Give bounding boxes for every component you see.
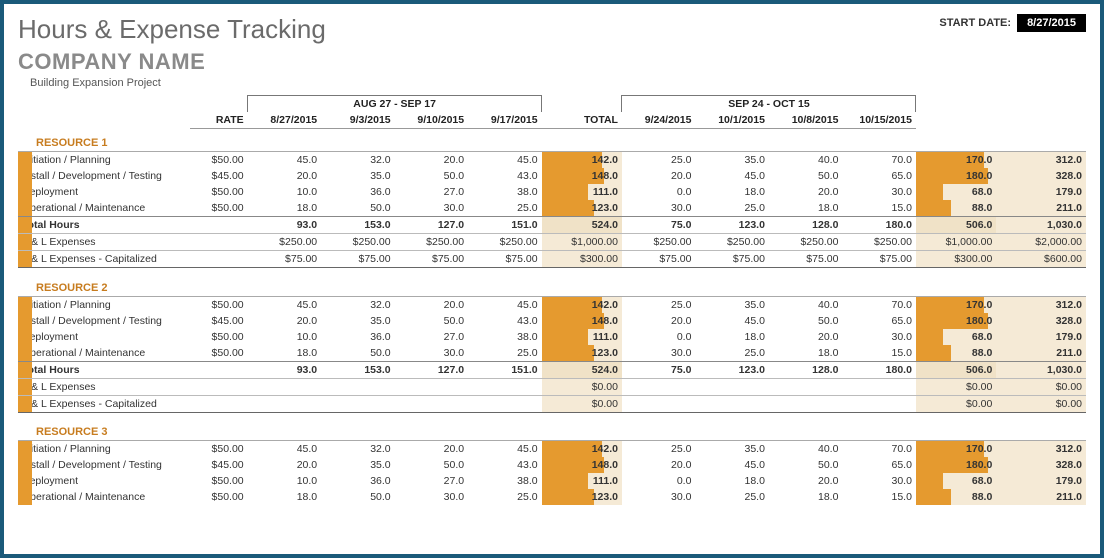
total-bar-cell: 142.0 — [542, 152, 622, 169]
total-bar-cell: 123.0 — [542, 489, 622, 505]
total-bar-cell: 68.0 — [916, 473, 996, 489]
total-hours-row: Total Hours93.0153.0127.0151.0524.075.01… — [18, 217, 1086, 234]
col-total1: TOTAL — [542, 112, 622, 129]
tracking-table: AUG 27 - SEP 17 SEP 24 - OCT 15 RATE 8/2… — [18, 95, 1086, 505]
table-row: Operational / Maintenance$50.0018.050.03… — [18, 345, 1086, 362]
total-bar-cell: 88.0 — [916, 489, 996, 505]
table-row: Deployment$50.0010.036.027.038.0111.00.0… — [18, 329, 1086, 345]
table-row: Initiation / Planning$50.0045.032.020.04… — [18, 152, 1086, 169]
total-bar-cell: 88.0 — [916, 345, 996, 362]
start-date: START DATE: 8/27/2015 — [939, 14, 1086, 32]
table-row: Operational / Maintenance$50.0018.050.03… — [18, 200, 1086, 217]
company-name: COMPANY NAME — [18, 49, 1086, 75]
tl-expenses-cap-row: T & L Expenses - Capitalized$75.00$75.00… — [18, 251, 1086, 268]
table-row: Install / Development / Testing$45.0020.… — [18, 457, 1086, 473]
table-row: Install / Development / Testing$45.0020.… — [18, 168, 1086, 184]
period2-label: SEP 24 - OCT 15 — [622, 96, 916, 113]
total-bar-cell: 123.0 — [542, 345, 622, 362]
resource-header: RESOURCE 1 — [18, 129, 1086, 152]
total-bar-cell: 148.0 — [542, 313, 622, 329]
total-bar-cell: 170.0 — [916, 296, 996, 313]
tl-expenses-row: T & L Expenses$250.00$250.00$250.00$250.… — [18, 234, 1086, 251]
table-row: Initiation / Planning$50.0045.032.020.04… — [18, 296, 1086, 313]
total-bar-cell: 68.0 — [916, 329, 996, 345]
col-p1-3: 9/17/2015 — [468, 112, 541, 129]
table-row: Deployment$50.0010.036.027.038.0111.00.0… — [18, 473, 1086, 489]
tl-expenses-row: T & L Expenses$0.00$0.00$0.00 — [18, 378, 1086, 395]
total-bar-cell: 148.0 — [542, 457, 622, 473]
page-title: Hours & Expense Tracking — [18, 14, 326, 45]
period1-label: AUG 27 - SEP 17 — [248, 96, 542, 113]
total-bar-cell: 148.0 — [542, 168, 622, 184]
col-p1-0: 8/27/2015 — [248, 112, 321, 129]
col-p2-2: 10/8/2015 — [769, 112, 842, 129]
total-bar-cell: 111.0 — [542, 184, 622, 200]
start-date-label: START DATE: — [939, 17, 1011, 29]
total-bar-cell: 142.0 — [542, 441, 622, 458]
table-row: Install / Development / Testing$45.0020.… — [18, 313, 1086, 329]
total-bar-cell: 88.0 — [916, 200, 996, 217]
resource-header: RESOURCE 2 — [18, 274, 1086, 297]
resource-header: RESOURCE 3 — [18, 418, 1086, 441]
total-bar-cell: 170.0 — [916, 441, 996, 458]
table-row: Deployment$50.0010.036.027.038.0111.00.0… — [18, 184, 1086, 200]
col-p1-2: 9/10/2015 — [395, 112, 468, 129]
start-date-value: 8/27/2015 — [1017, 14, 1086, 32]
table-row: Initiation / Planning$50.0045.032.020.04… — [18, 441, 1086, 458]
total-bar-cell: 111.0 — [542, 473, 622, 489]
col-p2-1: 10/1/2015 — [695, 112, 768, 129]
total-bar-cell: 180.0 — [916, 313, 996, 329]
col-p1-1: 9/3/2015 — [321, 112, 394, 129]
tl-expenses-cap-row: T & L Expenses - Capitalized$0.00$0.00$0… — [18, 395, 1086, 412]
total-bar-cell: 68.0 — [916, 184, 996, 200]
total-bar-cell: 180.0 — [916, 168, 996, 184]
total-bar-cell: 170.0 — [916, 152, 996, 169]
col-rate: RATE — [190, 112, 247, 129]
table-row: Operational / Maintenance$50.0018.050.03… — [18, 489, 1086, 505]
total-bar-cell: 142.0 — [542, 296, 622, 313]
total-hours-row: Total Hours93.0153.0127.0151.0524.075.01… — [18, 361, 1086, 378]
col-p2-0: 9/24/2015 — [622, 112, 695, 129]
total-bar-cell: 180.0 — [916, 457, 996, 473]
total-bar-cell: 123.0 — [542, 200, 622, 217]
project-name: Building Expansion Project — [30, 77, 1086, 89]
total-bar-cell: 111.0 — [542, 329, 622, 345]
col-p2-3: 10/15/2015 — [842, 112, 916, 129]
